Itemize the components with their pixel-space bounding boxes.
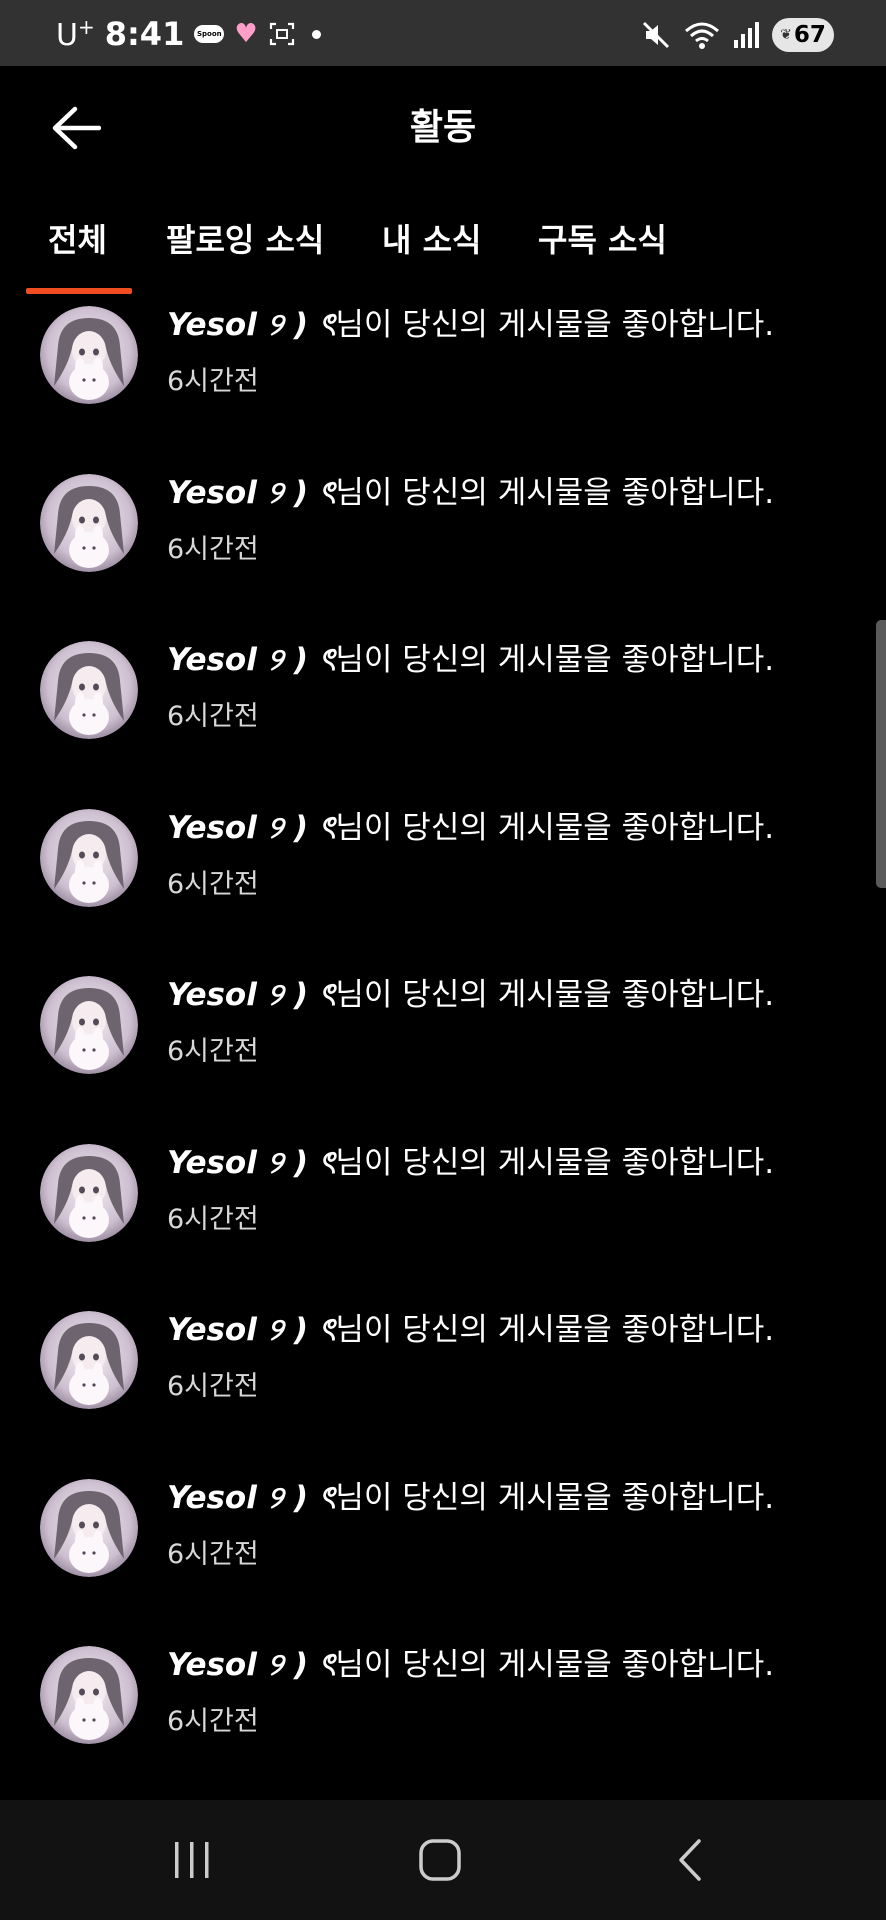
avatar-anime-girl-icon xyxy=(40,976,138,1074)
activity-text: 님이 당신의 게시물을 좋아합니다. xyxy=(335,1312,775,1348)
recent-apps-button[interactable] xyxy=(162,1830,222,1890)
clock: 8:41 xyxy=(104,15,185,53)
avatar[interactable] xyxy=(40,473,138,572)
battery-level: 67 xyxy=(793,22,826,48)
avatar-anime-girl-icon xyxy=(40,306,138,404)
activity-text: 님이 당신의 게시물을 좋아합니다. xyxy=(335,474,775,511)
home-icon xyxy=(419,1839,461,1881)
activity-message: Yesol ୨ ) ৎ님이 당신의 게시물을 좋아합니다. xyxy=(167,637,774,683)
activity-time: 6시간전 xyxy=(167,1203,259,1235)
avatar-anime-girl-icon xyxy=(40,1478,138,1577)
activity-time: 6시간전 xyxy=(167,868,259,900)
nickname[interactable]: Yesol ୨ ) ৎ xyxy=(167,307,335,343)
avatar-anime-girl-icon xyxy=(40,808,138,907)
tab-all[interactable]: 전체 xyxy=(48,210,107,276)
avatar[interactable] xyxy=(40,808,138,907)
activity-message: Yesol ୨ ) ৎ님이 당신의 게시물을 좋아합니다. xyxy=(167,805,774,851)
avatar[interactable] xyxy=(40,306,138,404)
active-tab-indicator xyxy=(26,288,132,294)
page-title: 활동 xyxy=(409,107,477,148)
carrier-label: U+ xyxy=(56,15,95,53)
activity-message: Yesol ୨ ) ৎ님이 당신의 게시물을 좋아합니다. xyxy=(167,1307,774,1353)
activity-time: 6시간전 xyxy=(167,1706,259,1737)
activity-item[interactable]: Yesol ୨ ) ৎ님이 당신의 게시물을 좋아합니다. 6시간전 xyxy=(0,635,886,785)
activity-item[interactable]: Yesol ୨ ) ৎ님이 당신의 게시물을 좋아합니다. 6시간전 xyxy=(0,300,886,450)
wifi-icon xyxy=(685,22,719,49)
avatar[interactable] xyxy=(40,1478,138,1577)
activity-message: Yesol ୨ ) ৎ님이 당신의 게시물을 좋아합니다. xyxy=(167,1642,774,1688)
activity-text: 님이 당신의 게시물을 좋아합니다. xyxy=(335,809,775,846)
battery-indicator: ❦ 67 xyxy=(772,18,834,52)
avatar-anime-girl-icon xyxy=(40,1143,138,1242)
activity-text: 님이 당신의 게시물을 좋아합니다. xyxy=(335,977,775,1013)
avatar-anime-girl-icon xyxy=(40,473,138,572)
activity-time: 6시간전 xyxy=(167,366,259,397)
activity-text: 님이 당신의 게시물을 좋아합니다. xyxy=(335,1647,775,1683)
activity-time: 6시간전 xyxy=(167,1036,259,1067)
avatar[interactable] xyxy=(40,641,138,739)
mute-icon xyxy=(642,21,670,49)
activity-message: Yesol ୨ ) ৎ님이 당신의 게시물을 좋아합니다. xyxy=(167,1475,774,1521)
notification-dot-icon xyxy=(311,29,321,39)
system-back-button[interactable] xyxy=(660,1830,720,1890)
activity-text: 님이 당신의 게시물을 좋아합니다. xyxy=(335,642,775,678)
activity-time: 6시간전 xyxy=(167,1538,259,1570)
activity-item[interactable]: Yesol ୨ ) ৎ님이 당신의 게시물을 좋아합니다. 6시간전 xyxy=(0,970,886,1120)
activity-item[interactable]: Yesol ୨ ) ৎ님이 당신의 게시물을 좋아합니다. 6시간전 xyxy=(0,1138,886,1288)
avatar[interactable] xyxy=(40,976,138,1074)
recent-apps-icon xyxy=(175,1842,209,1878)
avatar-anime-girl-icon xyxy=(40,1646,138,1744)
activity-message: Yesol ୨ ) ৎ님이 당신의 게시물을 좋아합니다. xyxy=(167,302,774,348)
avatar[interactable] xyxy=(40,1143,138,1242)
activity-time: 6시간전 xyxy=(167,533,259,565)
spoon-app-icon: Spoon xyxy=(194,25,225,43)
status-bar: U+ 8:41 Spoon ♥ ❦ 67 xyxy=(0,0,886,66)
nickname[interactable]: Yesol ୨ ) ৎ xyxy=(167,642,335,678)
back-chevron-icon xyxy=(679,1839,701,1881)
activity-item[interactable]: Yesol ୨ ) ৎ님이 당신의 게시물을 좋아합니다. 6시간전 xyxy=(0,468,886,618)
avatar[interactable] xyxy=(40,1311,138,1409)
activity-item[interactable]: Yesol ୨ ) ৎ님이 당신의 게시물을 좋아합니다. 6시간전 xyxy=(0,1640,886,1790)
nickname[interactable]: Yesol ୨ ) ৎ xyxy=(167,1480,335,1516)
activity-text: 님이 당신의 게시물을 좋아합니다. xyxy=(335,307,775,343)
scrollbar[interactable] xyxy=(876,620,886,888)
battery-saver-icon: ❦ xyxy=(780,27,792,43)
nickname[interactable]: Yesol ୨ ) ৎ xyxy=(167,977,335,1013)
navigation-bar xyxy=(0,1800,886,1920)
nickname[interactable]: Yesol ୨ ) ৎ xyxy=(167,1145,335,1181)
activity-text: 님이 당신의 게시물을 좋아합니다. xyxy=(335,1144,775,1181)
activity-message: Yesol ୨ ) ৎ님이 당신의 게시물을 좋아합니다. xyxy=(167,470,774,516)
avatar-anime-girl-icon xyxy=(40,1311,138,1409)
nickname[interactable]: Yesol ୨ ) ৎ xyxy=(167,810,335,846)
activity-item[interactable]: Yesol ୨ ) ৎ님이 당신의 게시물을 좋아합니다. 6시간전 xyxy=(0,803,886,953)
status-right: ❦ 67 xyxy=(640,18,834,52)
activity-item[interactable]: Yesol ୨ ) ৎ님이 당신의 게시물을 좋아합니다. 6시간전 xyxy=(0,1305,886,1455)
activity-time: 6시간전 xyxy=(167,1371,259,1402)
heart-icon: ♥ xyxy=(234,19,258,49)
activity-text: 님이 당신의 게시물을 좋아합니다. xyxy=(335,1479,775,1516)
activity-time: 6시간전 xyxy=(167,701,259,732)
activity-message: Yesol ୨ ) ৎ님이 당신의 게시물을 좋아합니다. xyxy=(167,1140,774,1186)
tab-my-news[interactable]: 내 소식 xyxy=(382,210,481,276)
activity-item[interactable]: Yesol ୨ ) ৎ님이 당신의 게시물을 좋아합니다. 6시간전 xyxy=(0,1473,886,1623)
home-button[interactable] xyxy=(410,1830,470,1890)
tab-subscription[interactable]: 구독 소식 xyxy=(538,210,667,276)
screenshot-icon xyxy=(269,22,294,46)
signal-icon xyxy=(734,22,759,48)
tab-bar: 전체 팔로잉 소식 내 소식 구독 소식 xyxy=(0,210,886,300)
nickname[interactable]: Yesol ୨ ) ৎ xyxy=(167,1312,335,1348)
status-left: U+ 8:41 Spoon ♥ xyxy=(56,16,321,52)
header: 활동 xyxy=(0,66,886,186)
nickname[interactable]: Yesol ୨ ) ৎ xyxy=(167,1647,335,1683)
nickname[interactable]: Yesol ୨ ) ৎ xyxy=(167,475,335,511)
avatar[interactable] xyxy=(40,1646,138,1744)
tab-following[interactable]: 팔로잉 소식 xyxy=(166,210,324,276)
avatar-anime-girl-icon xyxy=(40,641,138,739)
activity-message: Yesol ୨ ) ৎ님이 당신의 게시물을 좋아합니다. xyxy=(167,972,774,1018)
